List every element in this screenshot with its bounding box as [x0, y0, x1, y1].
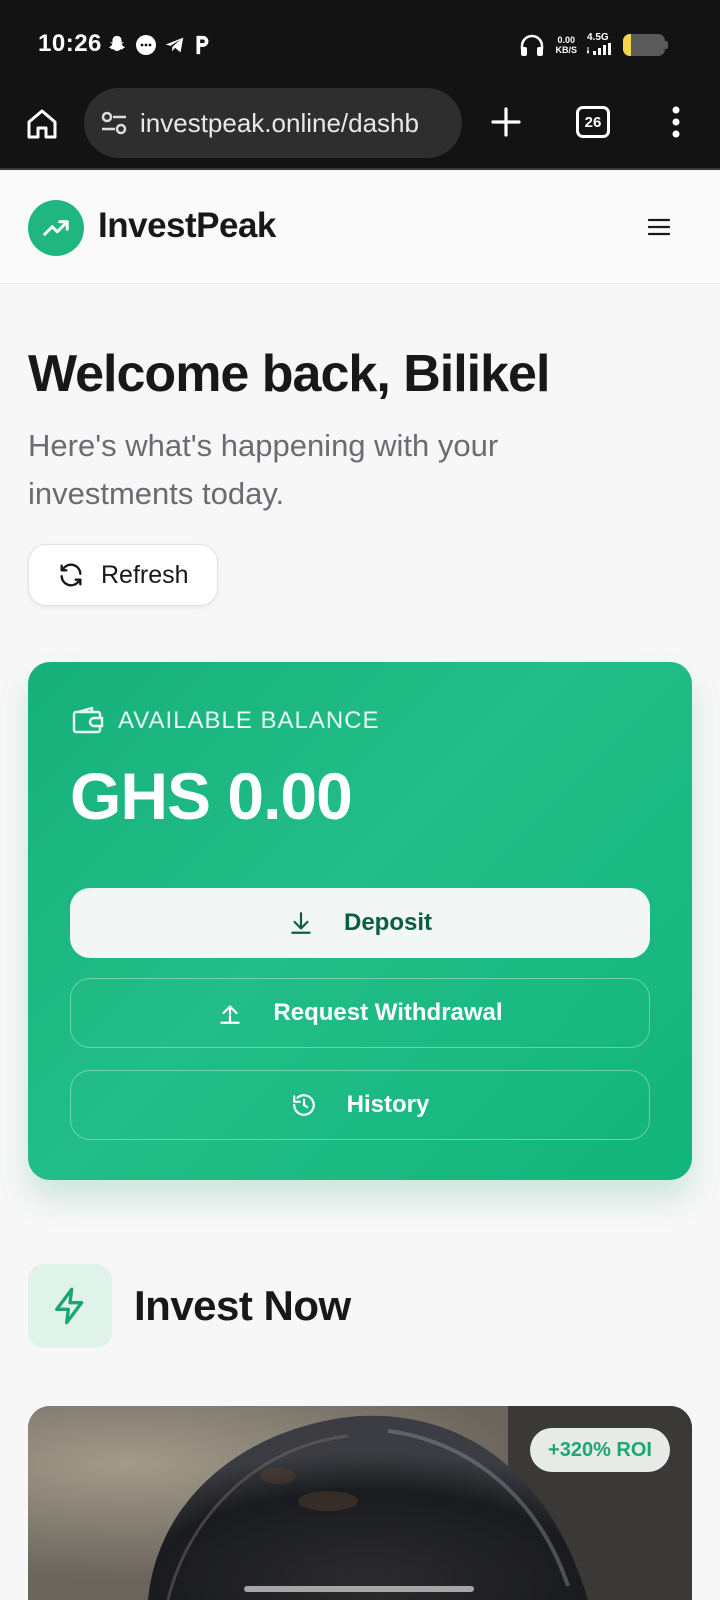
invest-icon-tile	[28, 1264, 112, 1348]
refresh-label: Refresh	[101, 560, 189, 589]
refresh-icon	[60, 563, 82, 587]
tab-switcher-button[interactable]: 26	[576, 106, 610, 138]
address-bar[interactable]: investpeak.online/dashb	[84, 88, 462, 158]
history-label: History	[346, 1091, 430, 1118]
network-speed: 0.00 KB/S	[555, 35, 577, 55]
speed-value: 0.00	[557, 35, 575, 45]
balance-label: AVAILABLE BALANCE	[118, 707, 380, 734]
hamburger-menu-icon[interactable]	[648, 218, 670, 236]
more-options-icon[interactable]	[664, 104, 688, 140]
product-card[interactable]: +320% ROI	[28, 1406, 692, 1600]
speed-unit: KB/S	[555, 45, 577, 55]
page-title: Welcome back, Bilikel	[28, 345, 550, 403]
status-time: 10:26	[38, 30, 102, 57]
balance-label-row: AVAILABLE BALANCE	[72, 706, 380, 736]
status-indicators: 0.00 KB/S 4.5G	[519, 32, 668, 58]
url-text: investpeak.online/dashb	[140, 107, 419, 138]
deposit-button[interactable]: Deposit	[70, 888, 650, 958]
battery-icon	[623, 34, 665, 56]
request-withdrawal-button[interactable]: Request Withdrawal	[70, 978, 650, 1048]
browser-toolbar: investpeak.online/dashb 26	[0, 86, 720, 170]
withdraw-label: Request Withdrawal	[273, 999, 503, 1026]
page-subtitle: Here's what's happening with your invest…	[28, 428, 499, 511]
messages-icon	[136, 35, 156, 55]
new-tab-icon[interactable]	[488, 104, 524, 140]
notification-icons	[106, 33, 212, 57]
refresh-button[interactable]: Refresh	[28, 544, 218, 606]
balance-amount: GHS 0.00	[70, 759, 353, 833]
deposit-label: Deposit	[343, 909, 432, 936]
p-app-icon	[196, 35, 209, 55]
roi-badge: +320% ROI	[530, 1428, 670, 1472]
signal-indicator: 4.5G	[586, 32, 613, 58]
gesture-navigation-bar[interactable]	[244, 1586, 474, 1592]
history-icon	[292, 1094, 315, 1116]
wallet-icon	[72, 706, 104, 734]
status-bar: 10:26 0.00 KB/S 4.5G	[0, 0, 720, 86]
upload-icon	[220, 1005, 241, 1024]
app-header: InvestPeak	[0, 172, 720, 284]
home-icon[interactable]	[24, 106, 60, 142]
site-settings-icon[interactable]	[98, 107, 130, 139]
invest-now-heading: Invest Now	[134, 1282, 351, 1329]
brand-name[interactable]: InvestPeak	[98, 206, 276, 246]
signal-icon	[586, 43, 611, 55]
lightning-icon	[55, 1287, 84, 1325]
history-button[interactable]: History	[70, 1070, 650, 1140]
trending-up-icon	[43, 220, 69, 236]
headphones-icon	[521, 34, 544, 56]
snapchat-icon	[109, 35, 125, 52]
balance-card: AVAILABLE BALANCE GHS 0.00 Deposit Reque…	[28, 662, 692, 1180]
network-type: 4.5G	[587, 32, 609, 43]
download-icon	[291, 912, 311, 934]
telegram-icon	[165, 37, 184, 53]
tab-count: 26	[584, 113, 602, 131]
logo[interactable]	[28, 200, 84, 256]
